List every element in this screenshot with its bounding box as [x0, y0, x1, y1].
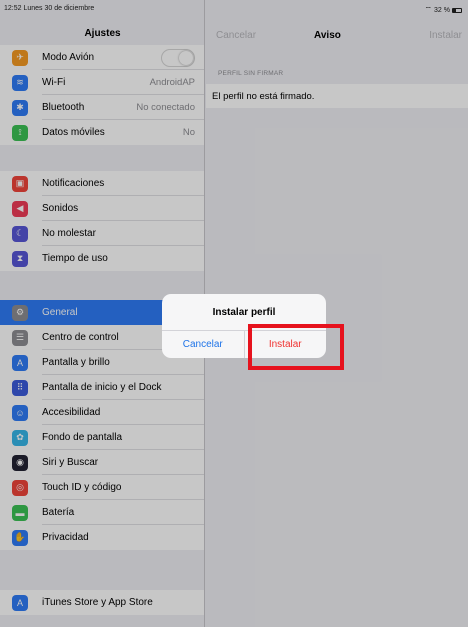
highlight-box [248, 324, 344, 370]
alert-cancel-button[interactable]: Cancelar [162, 331, 245, 358]
